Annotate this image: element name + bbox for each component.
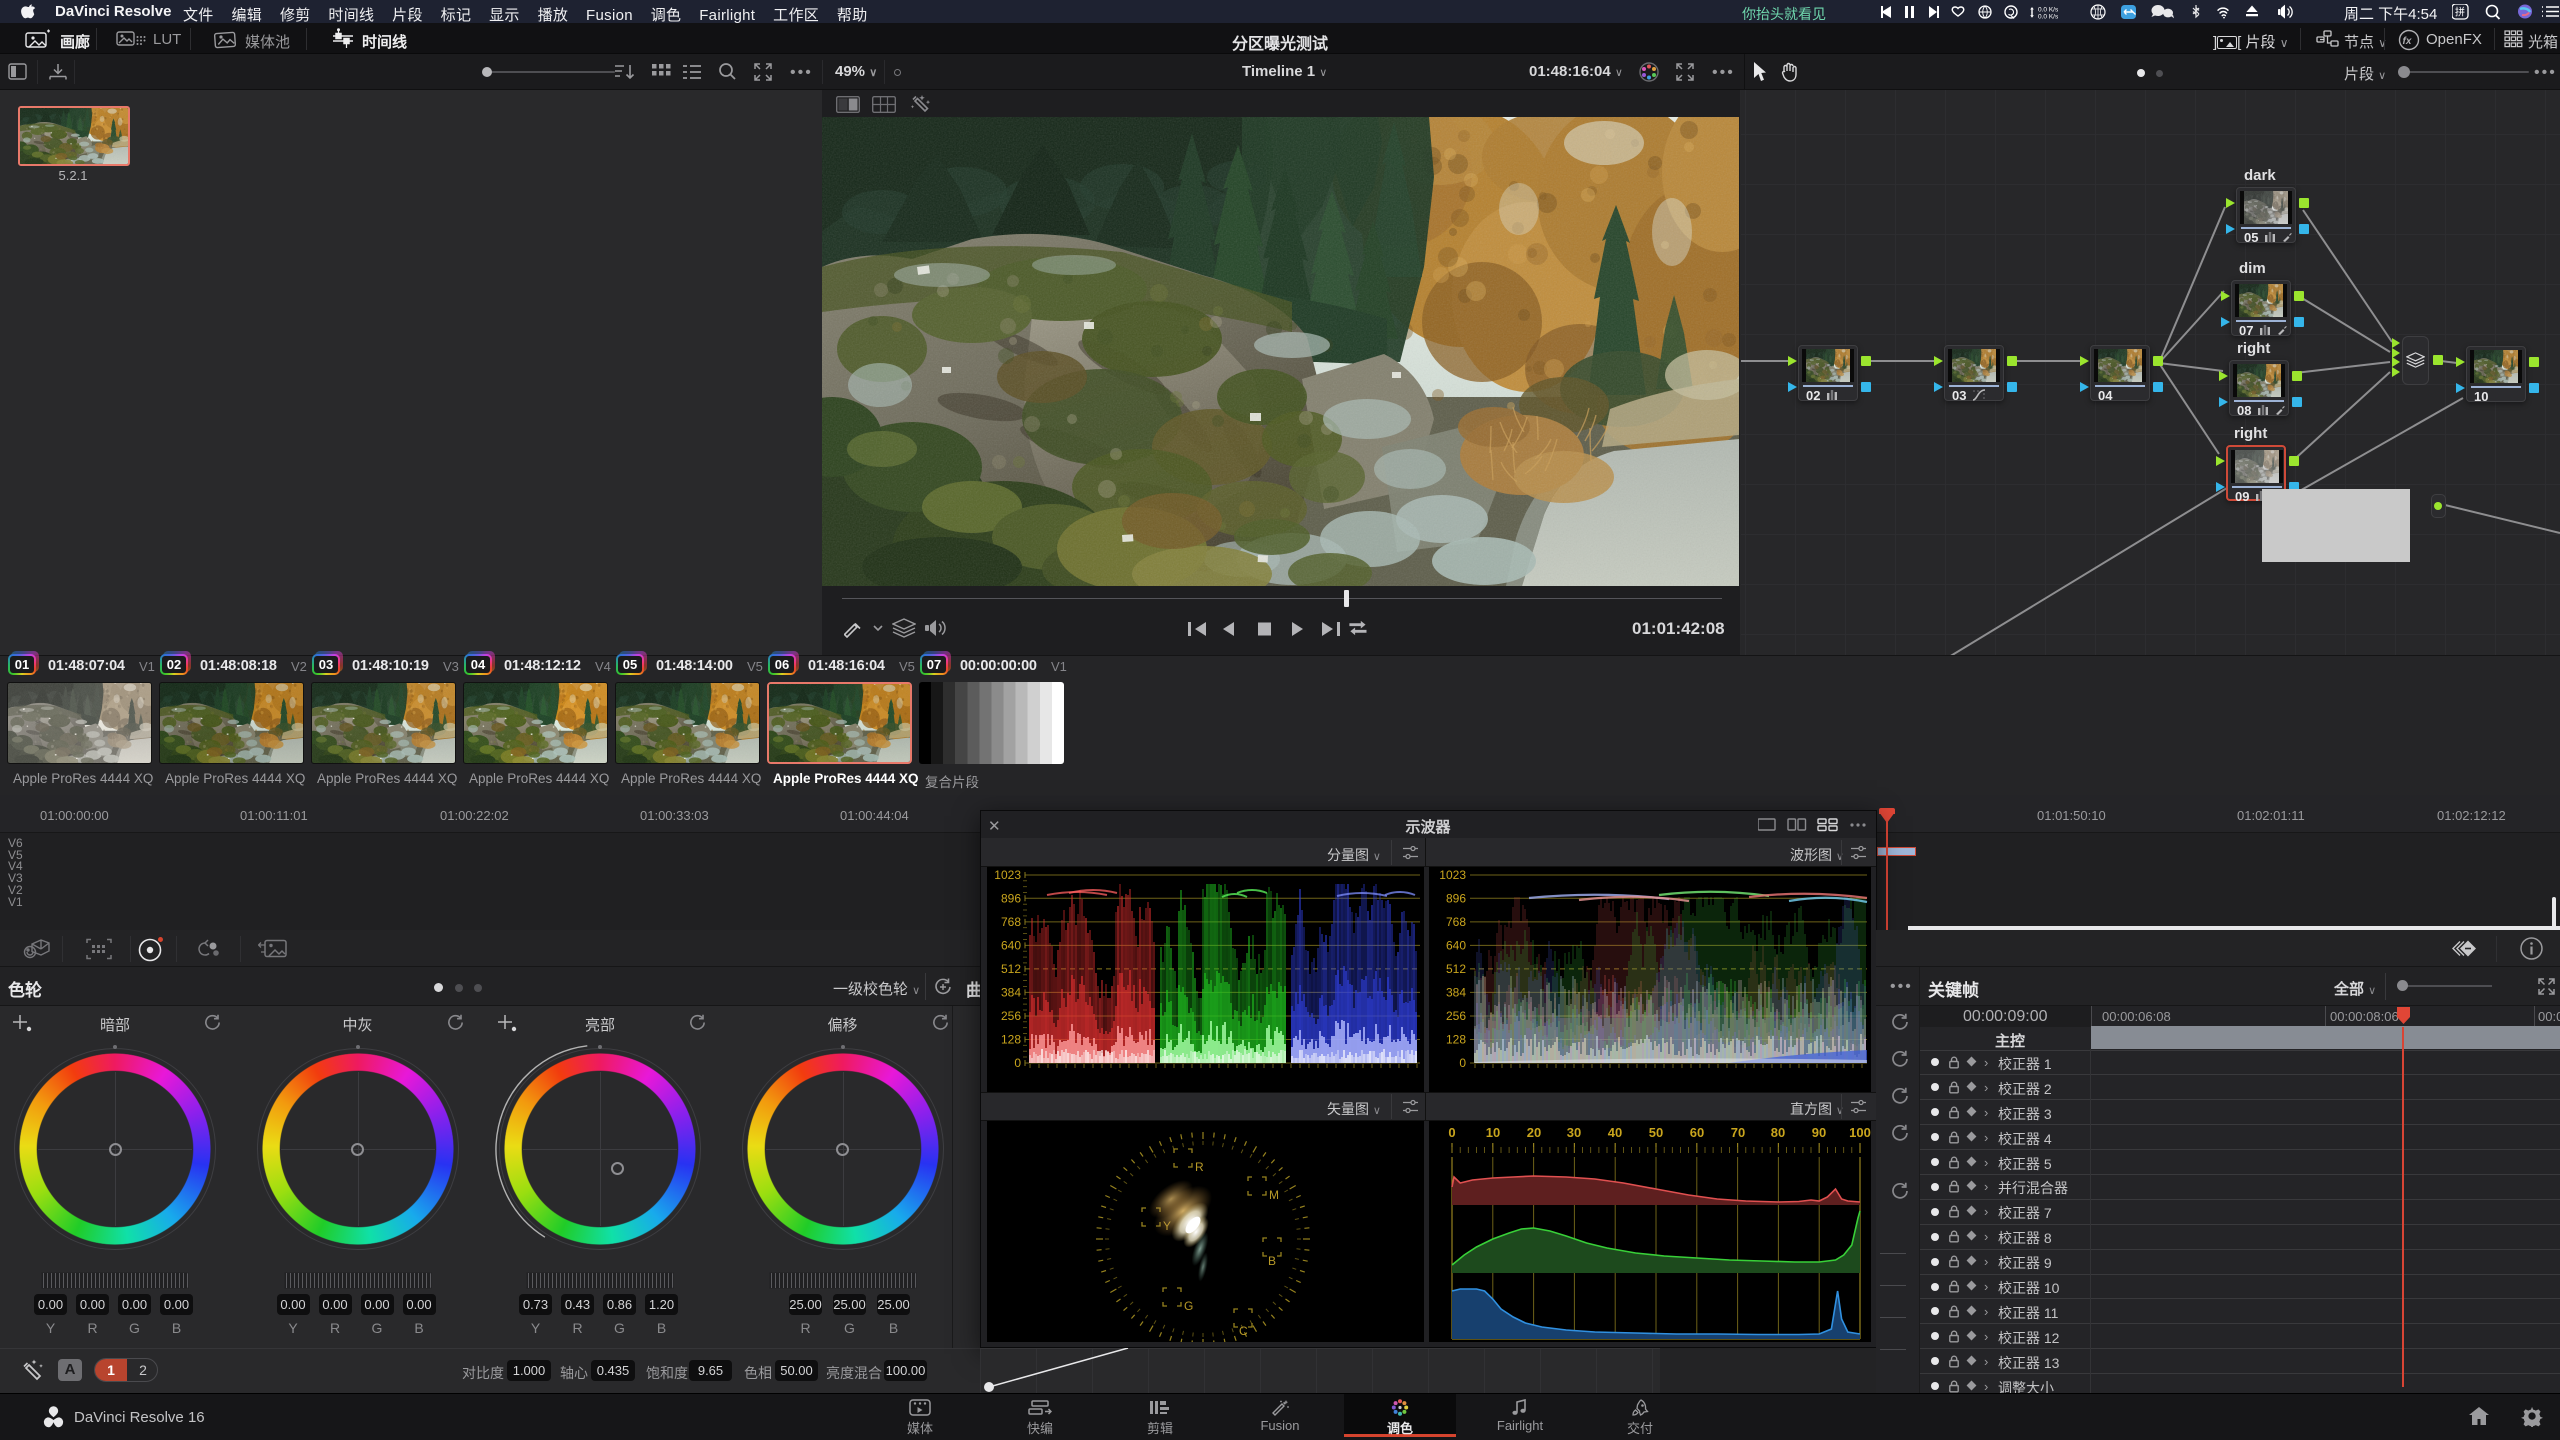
svg-text:640: 640 [1446,938,1466,952]
svg-text:1023: 1023 [994,868,1021,882]
svg-text:128: 128 [1446,1033,1466,1047]
svg-text:512: 512 [1446,962,1466,976]
svg-text:768: 768 [1446,915,1466,929]
svg-text:256: 256 [1001,1009,1021,1023]
svg-text:0: 0 [1448,1125,1455,1140]
svg-text:40: 40 [1608,1125,1622,1140]
svg-text:70: 70 [1731,1125,1745,1140]
svg-text:768: 768 [1001,915,1021,929]
svg-text:128: 128 [1001,1033,1021,1047]
svg-text:384: 384 [1446,985,1466,999]
svg-text:896: 896 [1001,891,1021,905]
svg-text:384: 384 [1001,985,1021,999]
svg-text:896: 896 [1446,891,1466,905]
svg-text:0.0 K/s: 0.0 K/s [2038,7,2059,14]
svg-text:0: 0 [1459,1056,1466,1070]
svg-text:30: 30 [1567,1125,1581,1140]
svg-text:1023: 1023 [1439,868,1466,882]
svg-text:20: 20 [1527,1125,1541,1140]
svg-text:0: 0 [1014,1056,1021,1070]
svg-text:80: 80 [1771,1125,1785,1140]
svg-text:100: 100 [1849,1125,1871,1140]
svg-text:0.0 K/s: 0.0 K/s [2038,14,2059,20]
svg-text:拼: 拼 [2455,6,2465,19]
svg-text:90: 90 [1812,1125,1826,1140]
svg-text:fx: fx [2403,36,2412,47]
svg-text:M: M [1269,1188,1279,1202]
svg-text:512: 512 [1001,962,1021,976]
svg-text:10: 10 [1486,1125,1500,1140]
svg-text:256: 256 [1446,1009,1466,1023]
svg-text:640: 640 [1001,938,1021,952]
svg-text:60: 60 [1690,1125,1704,1140]
svg-text:C: C [1239,1324,1248,1338]
svg-text:50: 50 [1649,1125,1663,1140]
svg-text:R: R [1195,1160,1204,1174]
svg-text:G: G [1184,1299,1193,1313]
svg-text:B: B [1268,1254,1276,1268]
